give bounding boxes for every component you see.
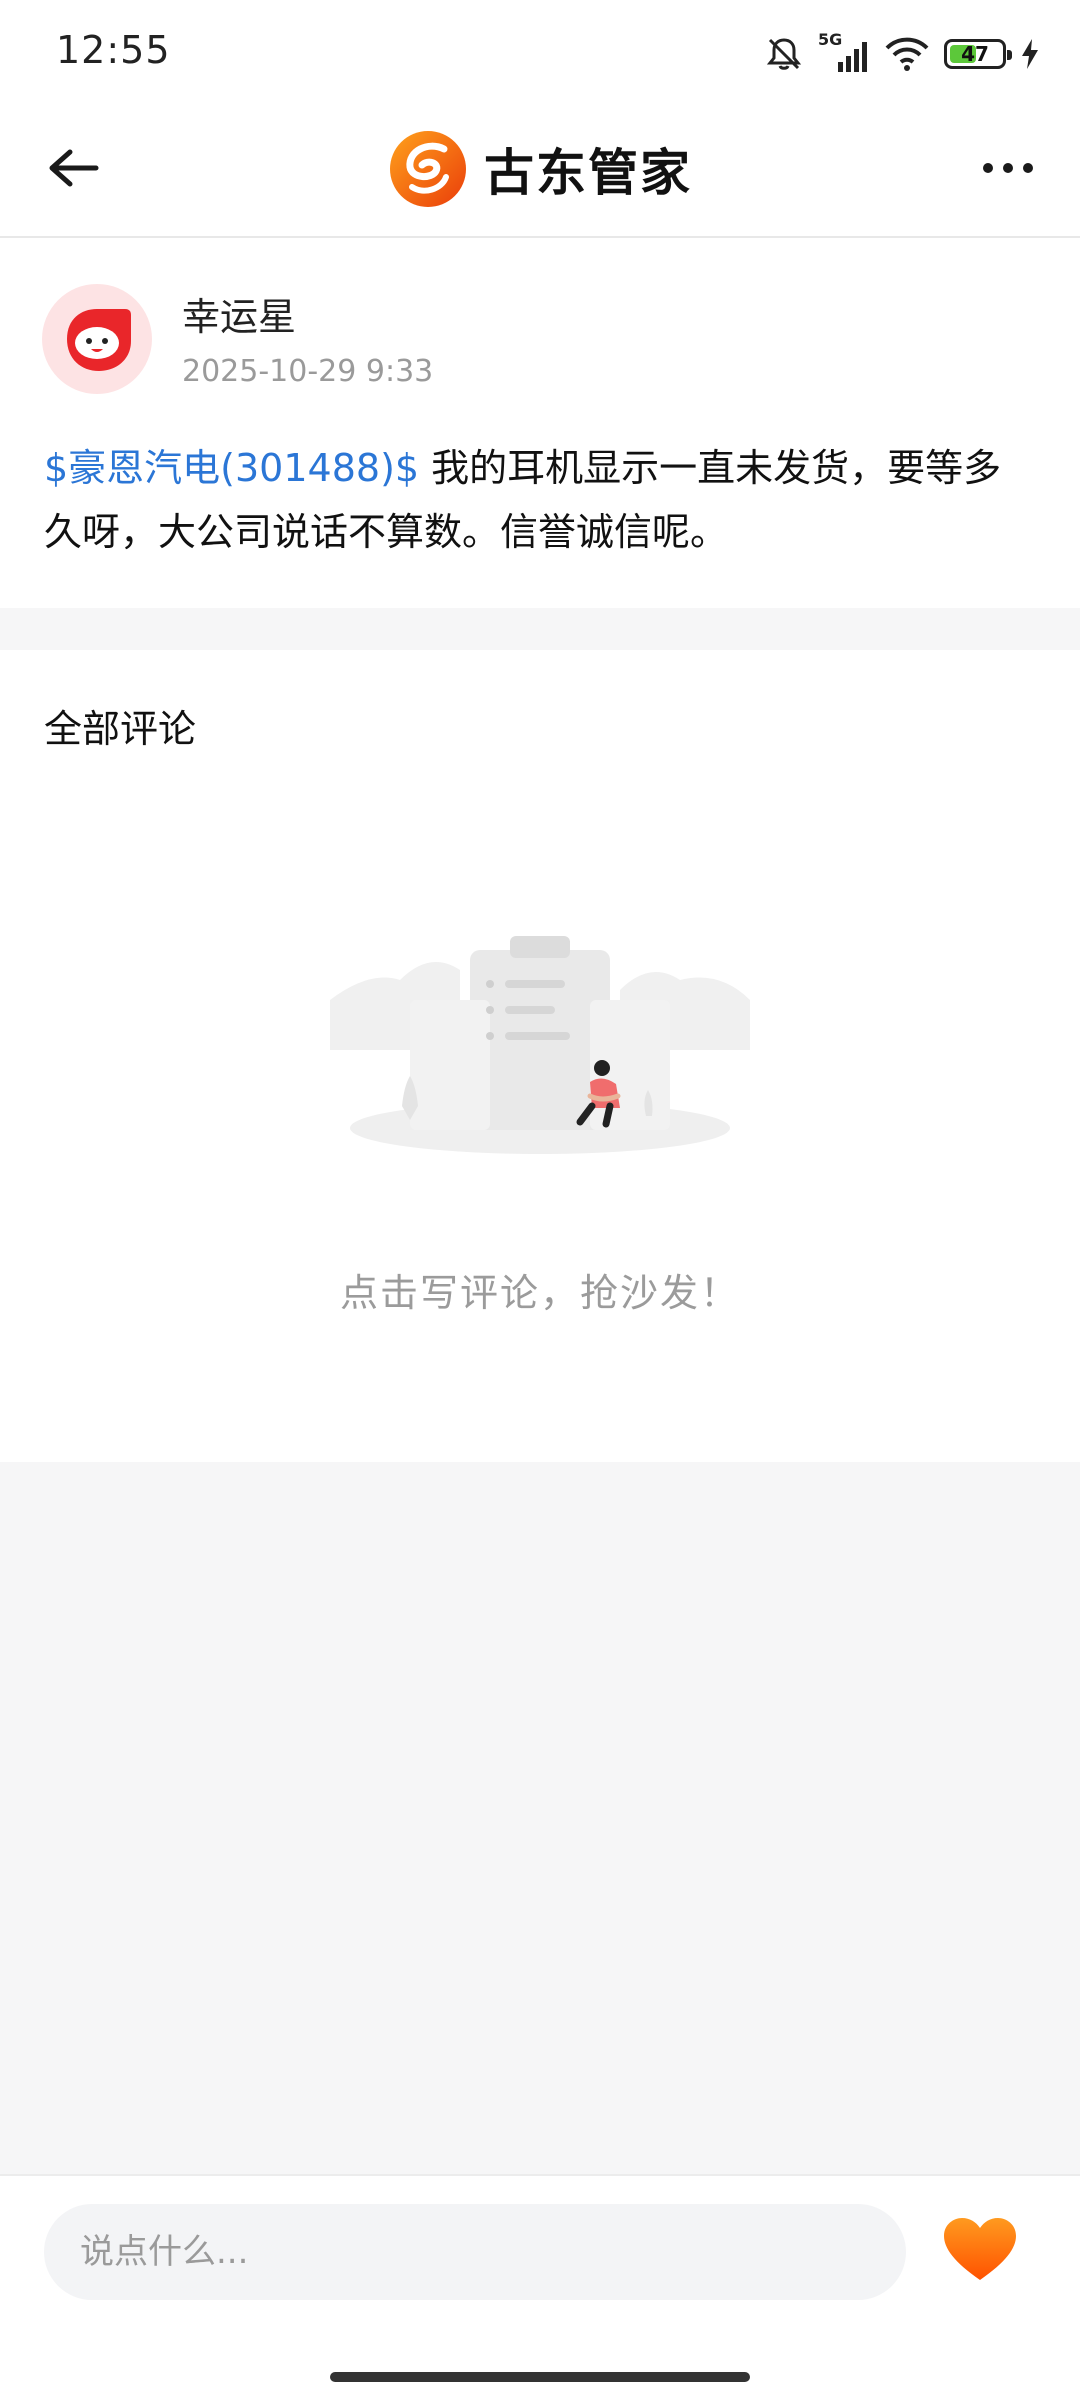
empty-comments-illustration — [330, 936, 750, 1154]
bottom-bar — [0, 2174, 1080, 2402]
post-timestamp: 2025-10-29 9:33 — [182, 354, 434, 389]
stock-tag-link[interactable]: $豪恩汽电(301488)$ — [44, 446, 419, 490]
comment-input[interactable] — [44, 2204, 906, 2300]
comments-title: 全部评论 — [44, 707, 197, 751]
status-icons: 5G 47 — [764, 30, 1040, 78]
brand: 古东管家 — [0, 124, 1080, 214]
mute-bell-icon — [766, 38, 802, 70]
status-time: 12:55 — [56, 28, 171, 72]
brand-name: 古东管家 — [484, 144, 692, 202]
cellular-signal-icon: 5G — [818, 30, 870, 74]
comments-section: 全部评论 点击写评论，抢沙发！ — [0, 650, 1080, 1462]
app-header: 古东管家 — [0, 100, 1080, 238]
post-card: 幸运星 2025-10-29 9:33 $豪恩汽电(301488)$ 我的耳机显… — [0, 238, 1080, 608]
status-bar: 12:55 5G 47 — [0, 0, 1080, 100]
battery-level: 47 — [961, 42, 989, 66]
battery-icon: 47 — [944, 39, 1012, 69]
wifi-icon — [885, 37, 929, 71]
empty-comments-text[interactable]: 点击写评论，抢沙发！ — [0, 1262, 1080, 1317]
avatar[interactable] — [42, 284, 152, 394]
home-indicator[interactable] — [330, 2372, 750, 2382]
more-options-icon[interactable] — [972, 132, 1044, 204]
username[interactable]: 幸运星 — [182, 286, 296, 341]
brand-logo-icon — [390, 131, 466, 207]
mascot-avatar-icon — [67, 309, 131, 371]
post-content: $豪恩汽电(301488)$ 我的耳机显示一直未发货，要等多久呀，大公司说话不算… — [44, 436, 1036, 564]
charging-bolt-icon — [1022, 39, 1038, 69]
heart-icon[interactable] — [940, 2214, 1020, 2286]
